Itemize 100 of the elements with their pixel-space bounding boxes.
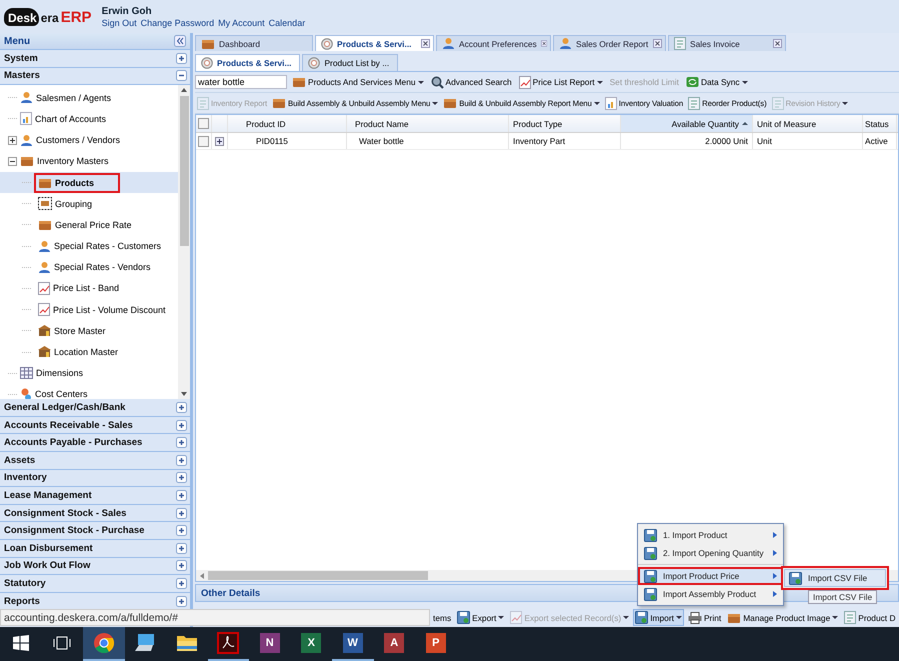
menu-section[interactable]: Job Work Out Flow — [0, 558, 190, 576]
menu-section[interactable]: Accounts Receivable - Sales — [0, 416, 190, 434]
plus-icon[interactable] — [176, 560, 187, 572]
plus-icon[interactable] — [176, 420, 187, 431]
scrollbar[interactable] — [178, 85, 190, 400]
minus-icon[interactable] — [176, 70, 187, 82]
menu-section[interactable]: System — [0, 50, 190, 68]
plus-icon[interactable] — [176, 525, 187, 536]
tree-item-icon — [38, 197, 52, 210]
collapse-icon[interactable] — [174, 35, 186, 47]
menu-item[interactable]: 2. Import Opening Quantity — [638, 544, 783, 562]
column-header[interactable]: Status — [863, 115, 897, 132]
expand-icon[interactable] — [8, 136, 17, 145]
header-link[interactable]: Sign Out — [102, 18, 137, 28]
menu-item[interactable]: Import Assembly Product — [638, 585, 783, 603]
logo-text: era — [40, 10, 59, 24]
menu-section[interactable]: Masters — [0, 68, 190, 86]
toolbar-button[interactable]: Price List Report — [516, 74, 605, 90]
button-icon — [272, 97, 286, 109]
toolbar-button[interactable]: tems — [431, 610, 454, 624]
toolbar-button[interactable]: Products And Services Menu — [290, 74, 426, 90]
toolbar-button[interactable]: Print — [686, 610, 724, 626]
tab[interactable]: Product List by ... — [302, 54, 398, 71]
tab[interactable]: Products & Servi... — [315, 35, 434, 51]
tree-item[interactable]: Special Rates - Customers — [54, 241, 162, 252]
tab[interactable]: Sales Order Report — [553, 35, 666, 51]
close-icon[interactable] — [773, 39, 782, 48]
close-icon[interactable] — [421, 39, 430, 48]
plus-icon[interactable] — [176, 490, 187, 501]
checkbox[interactable] — [198, 118, 209, 129]
column-header[interactable]: Unit of Measure — [753, 115, 863, 132]
menu-section[interactable]: Accounts Payable - Purchases — [0, 434, 190, 452]
menu-section[interactable]: Consignment Stock - Sales — [0, 504, 190, 522]
button-icon — [686, 76, 699, 88]
tree-item[interactable]: Customers / Vendors — [36, 135, 120, 146]
button-icon — [688, 96, 700, 110]
tree-item[interactable]: Salesmen / Agents — [36, 92, 112, 103]
taskbar-button[interactable]: P — [415, 627, 456, 661]
plus-icon[interactable] — [176, 454, 187, 466]
app-tile: A — [384, 633, 404, 653]
menu-section[interactable]: Loan Disbursement — [0, 540, 190, 558]
taskbar-button[interactable]: X — [290, 627, 332, 661]
menu-section[interactable]: Inventory — [0, 470, 190, 488]
tree-item[interactable]: Price List - Volume Discount — [53, 304, 166, 315]
plus-icon[interactable] — [176, 508, 187, 519]
header-link[interactable]: Change Password — [140, 18, 214, 28]
menu-section[interactable]: Lease Management — [0, 487, 190, 505]
plus-icon[interactable] — [176, 596, 187, 607]
pdf-icon — [217, 632, 240, 654]
search-field[interactable]: water bottle — [195, 75, 287, 89]
close-icon[interactable] — [653, 39, 662, 48]
tab[interactable]: Account Preferences — [436, 35, 551, 51]
tab[interactable]: Products & Servi... — [195, 54, 300, 71]
taskbar-button[interactable]: W — [332, 627, 374, 661]
menu-section[interactable]: General Ledger/Cash/Bank — [0, 399, 190, 417]
plus-icon[interactable] — [176, 578, 187, 589]
menu-item[interactable]: Import CSV File — [784, 569, 886, 587]
toolbar-button[interactable]: Product D — [842, 609, 898, 626]
menu-section[interactable]: Statutory — [0, 575, 190, 593]
tree-item[interactable]: Location Master — [54, 347, 118, 358]
tree-item[interactable]: Store Master — [54, 326, 106, 336]
tree-item-icon — [20, 388, 32, 401]
button-icon — [688, 612, 702, 624]
toolbar-button[interactable]: Import — [633, 609, 684, 626]
toolbar-button[interactable]: Data Sync — [684, 74, 750, 90]
column-header[interactable]: Available Quantity — [621, 115, 753, 132]
checkbox[interactable] — [198, 136, 209, 146]
tree-item[interactable]: Special Rates - Vendors — [54, 262, 151, 272]
taskbar-button[interactable]: N — [249, 627, 290, 661]
column-header[interactable]: Product Name — [347, 115, 509, 132]
plus-icon[interactable] — [176, 402, 187, 413]
menu-section[interactable]: Assets — [0, 452, 190, 470]
plus-icon[interactable] — [176, 437, 187, 448]
tree-item[interactable]: General Price Rate — [55, 220, 132, 230]
tab[interactable]: Sales Invoice — [668, 35, 786, 51]
tab[interactable]: Dashboard — [195, 35, 313, 51]
collapse-icon[interactable] — [8, 156, 17, 166]
header-link[interactable]: My Account — [218, 18, 265, 28]
menu-item[interactable]: 1. Import Product — [638, 526, 783, 544]
tree-item[interactable]: Chart of Accounts — [35, 114, 106, 124]
tree-item[interactable]: Cost Centers — [35, 389, 88, 400]
plus-icon[interactable] — [176, 52, 187, 64]
toolbar-button[interactable]: Manage Product Image — [725, 610, 840, 626]
toolbar-button[interactable]: Export — [455, 609, 506, 626]
close-icon[interactable] — [540, 39, 547, 48]
toolbar-button[interactable]: Advanced Search — [428, 74, 514, 90]
menu-section[interactable]: Consignment Stock - Purchase — [0, 522, 190, 540]
tree-item[interactable]: Grouping — [55, 198, 92, 209]
plus-icon[interactable] — [176, 542, 187, 554]
plus-icon[interactable] — [176, 472, 187, 484]
tree-item[interactable]: Dimensions — [36, 368, 84, 378]
menu-item[interactable]: Import Product Price — [638, 567, 783, 585]
expand-icon[interactable] — [215, 136, 224, 146]
tree-item[interactable]: Price List - Band — [53, 283, 120, 294]
taskbar-button[interactable]: A — [374, 627, 415, 661]
tab-icon — [201, 38, 215, 50]
header-link[interactable]: Calendar — [268, 18, 306, 28]
tree-item[interactable]: Inventory Masters — [37, 156, 109, 166]
tab-icon — [559, 37, 572, 50]
column-header[interactable]: Product ID — [228, 115, 347, 132]
